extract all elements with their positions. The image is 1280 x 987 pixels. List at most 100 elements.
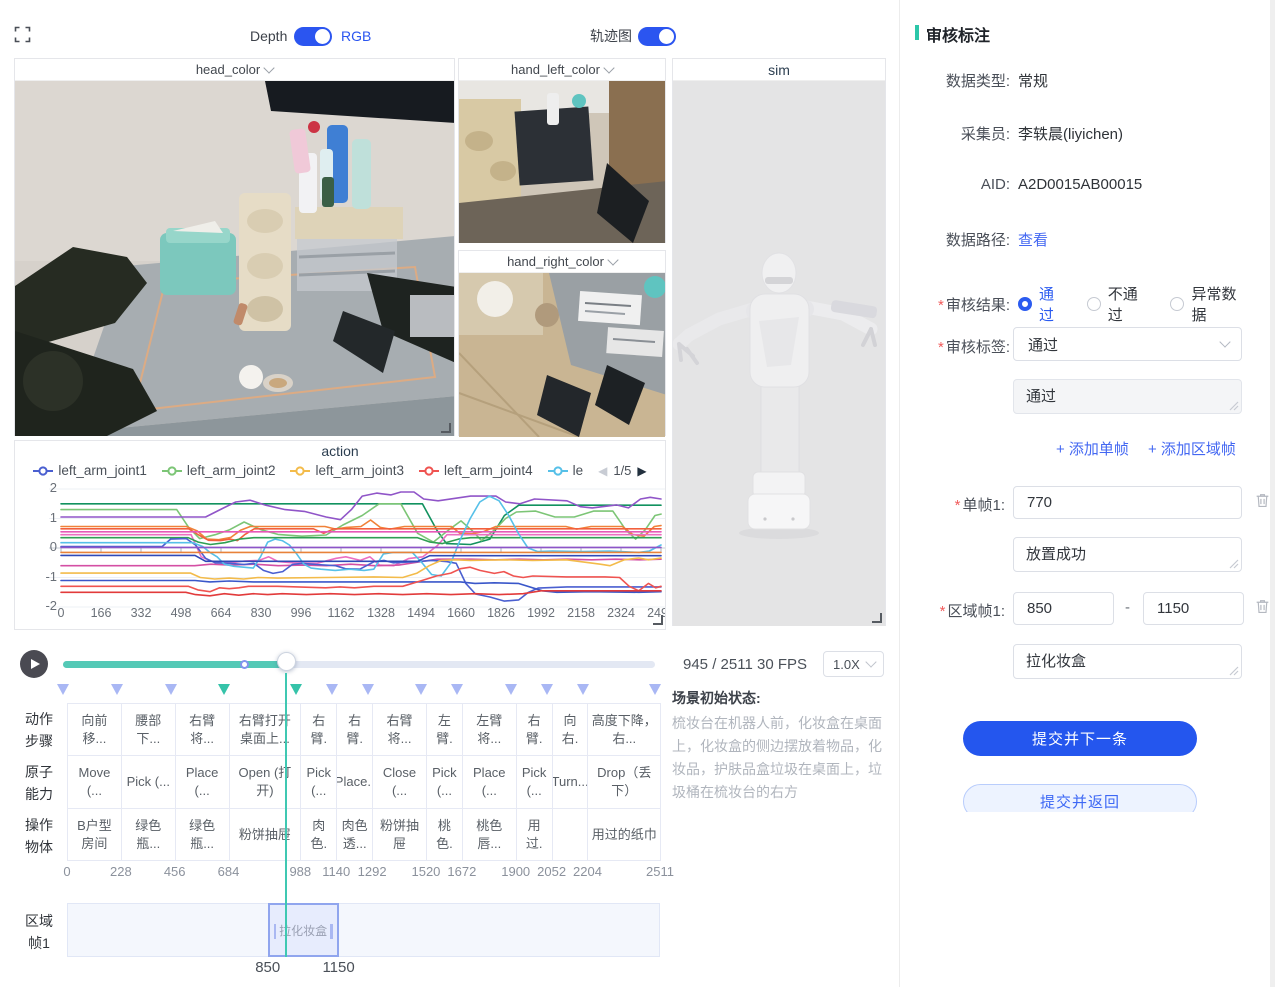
resize-corner-icon[interactable] xyxy=(872,613,882,623)
single-frame-note-textarea[interactable]: 放置成功 xyxy=(1013,537,1242,572)
timeline-step-marker[interactable] xyxy=(290,684,302,695)
step-cell[interactable] xyxy=(552,808,589,861)
trash-icon[interactable] xyxy=(1254,598,1269,615)
timeline-step-marker[interactable] xyxy=(451,684,463,695)
step-cell[interactable]: 肉色. xyxy=(300,808,337,861)
step-cell[interactable]: 桃色. xyxy=(426,808,463,861)
fullscreen-icon[interactable] xyxy=(14,26,31,43)
timeline-step-marker[interactable] xyxy=(362,684,374,695)
step-cell[interactable]: Pick (... xyxy=(516,755,553,809)
step-cell[interactable]: 向右. xyxy=(552,703,589,756)
step-cell[interactable]: Place.. xyxy=(336,755,373,809)
hand-right-camera-title[interactable]: hand_right_color xyxy=(459,251,665,273)
scene-initial-state: 场景初始状态: 梳妆台在机器人前，化妆盒在桌面上，化妆盒的侧边摆放着物品，化妆品… xyxy=(672,688,888,804)
add-single-frame-button[interactable]: + 添加单帧 xyxy=(1056,438,1129,459)
region-start-input[interactable] xyxy=(1013,592,1114,625)
depth-rgb-toggle[interactable] xyxy=(294,27,332,46)
step-cell[interactable]: Move (... xyxy=(67,755,122,809)
step-cell[interactable]: Turn... xyxy=(552,755,589,809)
timeline-step-marker[interactable] xyxy=(111,684,123,695)
trash-icon[interactable] xyxy=(1254,492,1269,509)
radio-option-label[interactable]: 异常数据 xyxy=(1191,283,1251,325)
timeline-step-marker[interactable] xyxy=(577,684,589,695)
view-data-path-link[interactable]: 查看 xyxy=(1018,229,1048,250)
timeline-slider[interactable] xyxy=(63,661,655,668)
scrollbar[interactable] xyxy=(1270,0,1275,987)
resize-corner-icon[interactable] xyxy=(653,615,663,625)
prev-page-icon[interactable]: ◀ xyxy=(598,464,607,478)
review-tag-select[interactable]: 通过 xyxy=(1013,327,1242,361)
add-region-frame-button[interactable]: + 添加区域帧 xyxy=(1148,438,1236,459)
radio-option-label[interactable]: 通过 xyxy=(1039,283,1069,325)
step-cell[interactable]: Pick (... xyxy=(121,755,176,809)
timeline-handle[interactable] xyxy=(277,652,296,671)
sim-view[interactable] xyxy=(673,81,885,626)
step-cell[interactable]: 高度下降，右... xyxy=(587,703,661,756)
region-right-handle-icon[interactable] xyxy=(330,924,333,939)
step-cell[interactable]: Place (... xyxy=(462,755,517,809)
single-frame-input[interactable] xyxy=(1013,486,1242,519)
radio-icon[interactable] xyxy=(1170,297,1184,311)
next-page-icon[interactable]: ▶ xyxy=(637,464,646,478)
legend-item[interactable]: le xyxy=(548,463,584,478)
step-cell[interactable]: 肉色透... xyxy=(336,808,373,861)
legend-item[interactable]: left_arm_joint4 xyxy=(419,463,533,478)
region-end-input[interactable] xyxy=(1143,592,1244,625)
region-left-handle-icon[interactable] xyxy=(274,924,277,939)
step-cell[interactable]: 右臂. xyxy=(516,703,553,756)
region-frame-track[interactable] xyxy=(67,903,660,957)
step-cell[interactable]: 用过. xyxy=(516,808,553,861)
resize-grip-icon[interactable] xyxy=(1229,401,1239,411)
radio-icon[interactable] xyxy=(1087,297,1101,311)
step-cell[interactable]: 绿色瓶... xyxy=(121,808,176,861)
step-cell[interactable]: Open (打开) xyxy=(229,755,302,809)
step-cell[interactable]: Pick (... xyxy=(426,755,463,809)
timeline-step-marker[interactable] xyxy=(218,684,230,695)
resize-grip-icon[interactable] xyxy=(1229,666,1239,676)
step-cell[interactable]: 粉饼抽屉 xyxy=(229,808,302,861)
legend-item[interactable]: left_arm_joint2 xyxy=(162,463,276,478)
step-cell[interactable]: 向前移... xyxy=(67,703,122,756)
timeline-step-marker[interactable] xyxy=(649,684,661,695)
legend-item[interactable]: left_arm_joint1 xyxy=(33,463,147,478)
timeline-step-marker[interactable] xyxy=(541,684,553,695)
timeline-step-marker[interactable] xyxy=(326,684,338,695)
step-cell[interactable]: 腰部下... xyxy=(121,703,176,756)
step-cell[interactable]: 左臂. xyxy=(426,703,463,756)
legend-item[interactable]: left_arm_joint3 xyxy=(290,463,404,478)
step-cell[interactable]: 右臂. xyxy=(300,703,337,756)
step-cell[interactable]: B户型房间 xyxy=(67,808,122,861)
timeline-step-marker[interactable] xyxy=(505,684,517,695)
speed-select[interactable]: 1.0X xyxy=(823,651,884,677)
radio-option-label[interactable]: 不通过 xyxy=(1108,283,1153,325)
step-cell[interactable]: 粉饼抽屉 xyxy=(372,808,427,861)
region-frame-note-textarea[interactable]: 拉化妆盒 xyxy=(1013,644,1242,679)
play-button[interactable] xyxy=(20,650,48,678)
radio-selected-icon[interactable] xyxy=(1018,297,1032,311)
head-camera-title[interactable]: head_color xyxy=(15,59,454,81)
tag-note-textarea[interactable]: 通过 xyxy=(1013,379,1242,414)
timeline-step-marker[interactable] xyxy=(165,684,177,695)
resize-corner-icon[interactable] xyxy=(441,423,451,433)
step-cell[interactable]: Pick (... xyxy=(300,755,337,809)
step-cell[interactable]: 右臂. xyxy=(336,703,373,756)
trajectory-toggle[interactable] xyxy=(638,27,676,46)
resize-grip-icon[interactable] xyxy=(1229,559,1239,569)
step-cell[interactable]: Place (... xyxy=(175,755,230,809)
step-cell[interactable]: 绿色瓶... xyxy=(175,808,230,861)
timeline-step-marker[interactable] xyxy=(57,684,69,695)
step-cell[interactable]: 用过的纸巾 xyxy=(587,808,661,861)
step-cell[interactable]: 右臂打开桌面上... xyxy=(229,703,302,756)
step-cell[interactable]: 右臂将... xyxy=(372,703,427,756)
single-frame-dot-marker[interactable] xyxy=(240,660,249,669)
step-cell[interactable]: Close (... xyxy=(372,755,427,809)
region-frame-block[interactable]: 拉化妆盒 xyxy=(268,903,339,957)
timeline-step-marker[interactable] xyxy=(415,684,427,695)
step-cell[interactable]: 桃色唇... xyxy=(462,808,517,861)
step-cell[interactable]: Drop（丢下） xyxy=(587,755,661,809)
step-cell[interactable]: 左臂将... xyxy=(462,703,517,756)
step-cell[interactable]: 右臂将... xyxy=(175,703,230,756)
submit-and-next-button[interactable]: 提交并下一条 xyxy=(963,721,1197,756)
hand-left-camera-title[interactable]: hand_left_color xyxy=(459,59,665,81)
submit-and-return-button[interactable]: 提交并返回 xyxy=(963,784,1197,812)
